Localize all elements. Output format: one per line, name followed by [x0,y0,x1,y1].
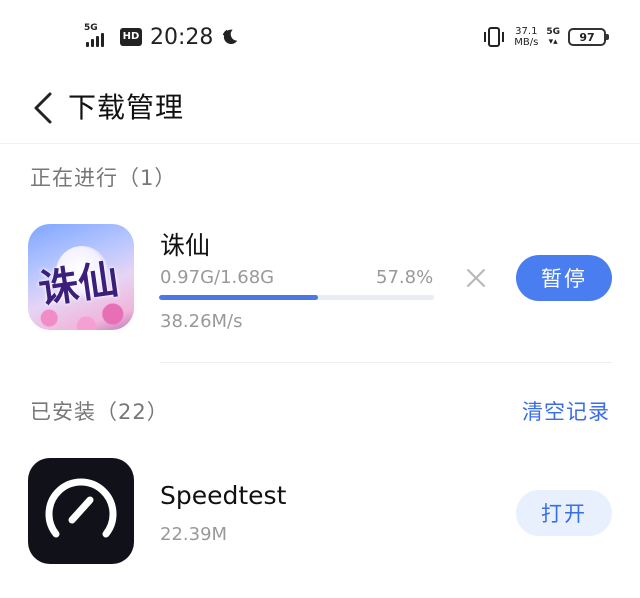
speedometer-icon [45,478,117,538]
network-speed: 37.1 MB/s [514,26,538,48]
hd-icon: HD [120,28,142,46]
pause-button[interactable]: 暂停 [516,255,612,301]
installed-app-name: Speedtest [160,481,287,510]
vibrate-icon [484,27,505,47]
installed-section-title: 已安装（22） [30,400,169,424]
download-speed: 38.26M/s [160,311,243,332]
download-progress-bar [159,295,434,300]
status-time: 20:28 [150,24,214,50]
close-icon [467,269,485,287]
download-percent: 57.8% [376,267,434,288]
chevron-left-icon [34,92,52,124]
zhuxian-app-icon: 诛仙 [28,224,134,330]
status-left: 5G HD 20:28 [84,22,239,52]
network-speed-unit: MB/s [514,37,539,48]
mobile-data-label: 5G [546,27,560,37]
battery-level: 97 [579,30,595,44]
download-progress-fill [159,295,318,300]
data-arrows-icon: ▾▴ [548,37,558,47]
download-progress-size: 0.97G/1.68G [160,267,275,288]
page-title: 下载管理 [68,91,185,124]
cancel-download-button[interactable] [462,264,490,292]
network-speed-value: 37.1 [515,26,538,37]
installed-app-size: 22.39M [160,524,228,545]
clear-records-link[interactable]: 清空记录 [522,396,610,426]
open-button[interactable]: 打开 [516,490,612,536]
divider [160,362,612,363]
page-header: 下载管理 [0,72,640,144]
status-right: 37.1 MB/s 5G ▾▴ 97 [482,22,609,52]
download-app-name: 诛仙 [160,231,211,260]
zhuxian-logo-text: 诛仙 [35,255,122,314]
moon-icon [223,29,238,45]
speedtest-app-icon [28,458,134,564]
battery-icon: 97 [568,28,609,46]
signal-icon: 5G [84,23,112,49]
mobile-data-indicator: 5G ▾▴ [546,27,560,47]
downloading-section-title: 正在进行（1） [30,166,177,190]
network-label: 5G [84,23,98,33]
status-bar: 5G HD 20:28 37.1 MB/s 5G ▾▴ 97 [0,0,640,72]
back-button[interactable] [26,86,60,130]
